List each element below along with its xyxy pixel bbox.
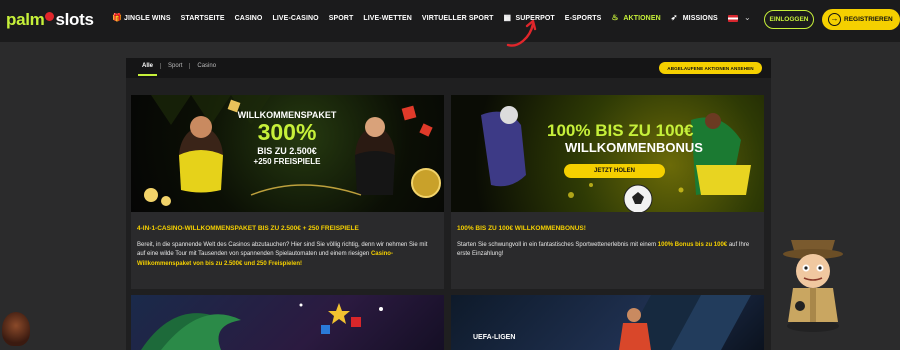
register-button[interactable]: → REGISTRIEREN (822, 9, 900, 30)
promo-card-uefa[interactable]: UEFA-LIGEN (451, 295, 764, 350)
nav-item-startseite[interactable]: STARTSEITE (181, 15, 225, 22)
santa-hat-icon (45, 12, 55, 21)
nav-item-e-sports[interactable]: E-SPORTS (565, 15, 602, 22)
card-description-highlight: 100% Bonus bis zu 100€ (657, 242, 728, 248)
nav-item-label: LIVE-CASINO (272, 14, 319, 22)
login-button[interactable]: EINLOGGEN (764, 10, 814, 29)
promo-card-sport-welcome[interactable]: 100% BIS ZU 100€ WILLKOMMENBONUS JETZT H… (451, 95, 764, 289)
nav-item-live-wetten[interactable]: LIVE-WETTEN (363, 15, 412, 22)
chevron-down-icon[interactable]: ⌄ (744, 13, 751, 22)
top-navigation: palm slots 🎁 JINGLE WINS STARTSEITE CASIN… (0, 0, 900, 42)
nav-item-label: E-SPORTS (564, 14, 602, 22)
nav-item-label: VIRTUELLER SPORT (421, 14, 494, 22)
expired-promotions-button[interactable]: ABGELAUFENE AKTIONEN ANSEHEN (659, 62, 762, 74)
promo-card-casino-welcome[interactable]: WILLKOMMENSPAKET 300% BIS ZU 2.500€ +250… (131, 95, 444, 289)
nav-item-virtueller-sport[interactable]: VIRTUELLER SPORT (422, 15, 494, 22)
card-title[interactable]: 100% BIS ZU 100€ WILLKOMMENBONUS! (457, 225, 586, 232)
logo-text-part1: palm (6, 10, 45, 29)
rocket-icon: ➶ (670, 13, 678, 22)
banner-line-2: WILLKOMMENBONUS (565, 140, 703, 155)
filter-tabs: Alle Sport Casino (135, 63, 223, 76)
card-description: Bereit, in die spannende Welt des Casino… (137, 241, 437, 269)
nav-item-live-casino[interactable]: LIVE-CASINO (272, 15, 318, 22)
nav-item-casino[interactable]: CASINO (235, 15, 263, 22)
uefa-banner-art (619, 295, 751, 350)
annotation-arrow-icon (506, 19, 537, 47)
nav-item-label: MISSIONS (682, 14, 718, 22)
gift-icon: 🎁 (112, 13, 123, 22)
filter-tab-casino[interactable]: Casino (189, 63, 223, 69)
fire-icon: ♨ (611, 13, 619, 22)
nav-item-missions[interactable]: ➶ MISSIONS (671, 14, 718, 22)
detective-mascot-icon (783, 240, 843, 332)
filter-bar: Alle Sport Casino ABGELAUFENE AKTIONEN A… (126, 58, 771, 78)
filter-tab-alle[interactable]: Alle (135, 63, 160, 76)
banner-line-3: BIS ZU 2.500€ (257, 146, 317, 156)
nav-item-label: AKTIONEN (623, 14, 661, 22)
banner-line-4: +250 FREISPIELE (253, 157, 321, 166)
austria-flag-icon[interactable] (728, 15, 738, 22)
main-nav: 🎁 JINGLE WINS STARTSEITE CASINO LIVE-CAS… (112, 14, 718, 22)
arrow-right-icon: → (828, 13, 841, 26)
register-button-label: REGISTRIEREN (844, 16, 893, 23)
jetzt-holen-button[interactable]: JETZT HOLEN (564, 164, 665, 178)
nav-item-label: SPORT (328, 14, 354, 22)
card-description: Starten Sie schwungvoll in ein fantastis… (457, 241, 757, 260)
promo-banner-casino[interactable]: WILLKOMMENSPAKET 300% BIS ZU 2.500€ +250… (131, 95, 444, 212)
nav-item-jingle-wins[interactable]: 🎁 JINGLE WINS (112, 14, 171, 22)
avatar[interactable] (2, 312, 30, 346)
card-description-plain: Starten Sie schwungvoll in ein fantastis… (457, 242, 658, 248)
nav-item-label: STARTSEITE (180, 14, 225, 22)
banner-line-2: 300% (257, 119, 317, 145)
uefa-banner-title: UEFA-LIGEN (473, 334, 516, 341)
promo-banner-sport[interactable]: 100% BIS ZU 100€ WILLKOMMENBONUS JETZT H… (451, 95, 764, 212)
promotions-panel: Alle Sport Casino ABGELAUFENE AKTIONEN A… (126, 58, 771, 350)
christmas-banner-art (141, 303, 383, 350)
banner-line-1: 100% BIS ZU 100€ (547, 121, 694, 140)
promo-card-christmas[interactable] (131, 295, 444, 350)
logo-text-part2: slots (55, 10, 94, 29)
filter-tab-sport[interactable]: Sport (160, 63, 189, 69)
card-title[interactable]: 4-IN-1-CASINO-WILLKOMMENSPAKET BIS ZU 2.… (137, 225, 359, 232)
nav-item-label: CASINO (234, 14, 263, 22)
nav-item-label: LIVE-WETTEN (363, 14, 412, 22)
nav-item-sport[interactable]: SPORT (329, 15, 354, 22)
palmslots-logo[interactable]: palm slots (6, 10, 94, 30)
nav-item-label: JINGLE WINS (124, 14, 171, 22)
nav-item-aktionen[interactable]: ♨ AKTIONEN (611, 14, 660, 22)
